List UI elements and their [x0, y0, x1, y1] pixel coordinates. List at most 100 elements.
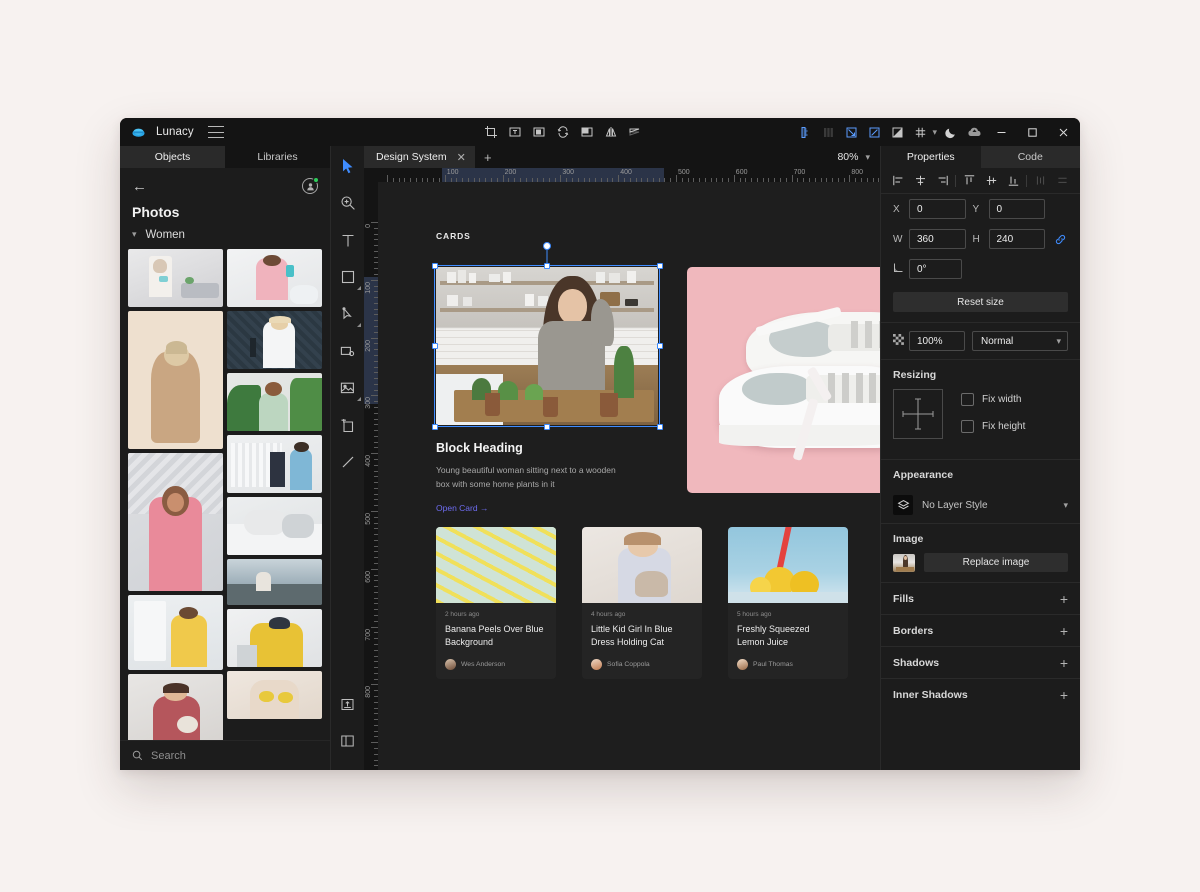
group-women[interactable]: ▾ Women [120, 226, 330, 249]
pixel-grid-icon[interactable] [840, 121, 862, 143]
design-canvas[interactable]: CARDS Block Heading Young beautiful woma… [378, 182, 880, 770]
fix-width-row[interactable]: Fix width [961, 393, 1025, 406]
tab-design-system[interactable]: Design System ✕ [364, 146, 475, 168]
list-item[interactable] [227, 559, 322, 605]
section-borders[interactable]: Borders + [881, 614, 1080, 646]
blend-mode-select[interactable]: Normal ▾ [972, 331, 1068, 351]
hamburger-menu-icon[interactable] [207, 126, 224, 138]
list-item[interactable] [128, 311, 223, 449]
plus-icon[interactable]: + [1060, 688, 1068, 702]
close-button[interactable] [1048, 118, 1078, 146]
rotation-handle[interactable] [543, 242, 551, 250]
opacity-field[interactable]: 100% [909, 331, 965, 351]
flip-horizontal-icon[interactable] [600, 121, 622, 143]
rectangle-tool[interactable] [334, 263, 362, 291]
open-card-link[interactable]: Open Card → [436, 503, 658, 513]
layer-style-select[interactable]: No Layer Style ▾ [881, 487, 1080, 523]
section-shadows[interactable]: Shadows + [881, 646, 1080, 678]
x-field[interactable]: 0 [909, 199, 966, 219]
fix-width-checkbox[interactable] [961, 393, 974, 406]
tab-libraries[interactable]: Libraries [225, 146, 330, 168]
grid-icon[interactable] [909, 121, 931, 143]
list-item[interactable] [227, 373, 322, 431]
align-right-icon[interactable] [931, 171, 953, 191]
card-image[interactable] [436, 267, 658, 425]
columns-icon[interactable] [817, 121, 839, 143]
list-item[interactable] [227, 249, 322, 307]
plus-icon[interactable]: + [1060, 624, 1068, 638]
slice-tool[interactable] [334, 337, 362, 365]
section-inner-shadows[interactable]: Inner Shadows + [881, 678, 1080, 710]
vertical-ruler[interactable]: 0 100 200 300 400 500 600 700 800 [364, 182, 378, 770]
list-item[interactable] [227, 497, 322, 555]
mini-card[interactable]: 4 hours ago Little Kid Girl In Blue Dres… [582, 527, 702, 680]
list-item[interactable] [227, 609, 322, 667]
text-tool[interactable] [334, 226, 362, 254]
distribute-vertical-icon[interactable] [1051, 171, 1073, 191]
cloud-upload-icon[interactable] [963, 121, 985, 143]
rotation-field[interactable]: 0° [909, 259, 962, 279]
flip-vertical-icon[interactable] [624, 121, 646, 143]
fix-height-row[interactable]: Fix height [961, 420, 1025, 433]
align-bottom-icon[interactable] [1002, 171, 1024, 191]
align-top-icon[interactable] [958, 171, 980, 191]
list-item[interactable] [128, 249, 223, 307]
list-item[interactable] [128, 453, 223, 591]
mini-card[interactable]: 2 hours ago Banana Peels Over Blue Backg… [436, 527, 556, 680]
tab-objects[interactable]: Objects [120, 146, 225, 168]
link-icon[interactable] [1052, 233, 1068, 246]
chevron-down-icon[interactable]: ▾ [932, 127, 937, 138]
tab-properties[interactable]: Properties [881, 146, 981, 168]
maximize-button[interactable] [1017, 118, 1047, 146]
ruler-icon[interactable] [794, 121, 816, 143]
union-icon[interactable] [576, 121, 598, 143]
text-frame-icon[interactable] [504, 121, 526, 143]
contrast-icon[interactable] [886, 121, 908, 143]
horizontal-ruler[interactable]: 100 200 300 400 500 600 700 800 [378, 168, 880, 182]
plus-icon[interactable]: + [1060, 656, 1068, 670]
pen-tool[interactable] [334, 300, 362, 328]
align-center-vertical-icon[interactable] [980, 171, 1002, 191]
avatar[interactable] [302, 177, 319, 194]
list-item[interactable] [128, 595, 223, 670]
toggle-panels-tool[interactable] [334, 727, 362, 755]
list-item[interactable] [128, 674, 223, 740]
add-tab-button[interactable]: + [475, 146, 501, 168]
back-arrow-icon[interactable]: ← [132, 179, 147, 194]
smart-guides-icon[interactable] [863, 121, 885, 143]
align-center-horizontal-icon[interactable] [909, 171, 931, 191]
list-item[interactable] [227, 435, 322, 493]
right-panel-content[interactable]: X 0 Y 0 W 360 H 240 0° Reset size 100% N… [881, 194, 1080, 770]
width-field[interactable]: 360 [909, 229, 966, 249]
photo-grid[interactable] [120, 249, 330, 740]
reset-size-button[interactable]: Reset size [893, 292, 1068, 312]
tab-code[interactable]: Code [980, 146, 1080, 168]
image-tool[interactable] [334, 374, 362, 402]
mask-icon[interactable] [528, 121, 550, 143]
align-left-icon[interactable] [887, 171, 909, 191]
card-block-heading[interactable]: Block Heading Young beautiful woman sitt… [436, 267, 658, 513]
list-item[interactable] [227, 671, 322, 719]
card-sneakers[interactable] [687, 267, 880, 493]
mini-card[interactable]: 5 hours ago Freshly Squeezed Lemon Juice… [728, 527, 848, 680]
plus-icon[interactable]: + [1060, 592, 1068, 606]
crop-icon[interactable] [480, 121, 502, 143]
distribute-horizontal-icon[interactable] [1029, 171, 1051, 191]
resize-constraints-icon[interactable] [893, 389, 943, 439]
y-field[interactable]: 0 [988, 199, 1045, 219]
close-icon[interactable]: ✕ [457, 151, 466, 164]
height-field[interactable]: 240 [988, 229, 1045, 249]
list-item[interactable] [227, 311, 322, 369]
artboard-tool[interactable] [334, 411, 362, 439]
replace-image-button[interactable]: Replace image [924, 553, 1068, 572]
zoom-control[interactable]: 80% ▾ [827, 146, 880, 168]
section-fills[interactable]: Fills + [881, 582, 1080, 614]
moon-icon[interactable] [940, 121, 962, 143]
line-tool[interactable] [334, 448, 362, 476]
search-input[interactable]: Search [120, 740, 330, 770]
fix-height-checkbox[interactable] [961, 420, 974, 433]
export-tool[interactable] [334, 690, 362, 718]
minimize-button[interactable] [986, 118, 1016, 146]
image-thumbnail[interactable] [893, 553, 915, 572]
zoom-tool[interactable] [334, 189, 362, 217]
